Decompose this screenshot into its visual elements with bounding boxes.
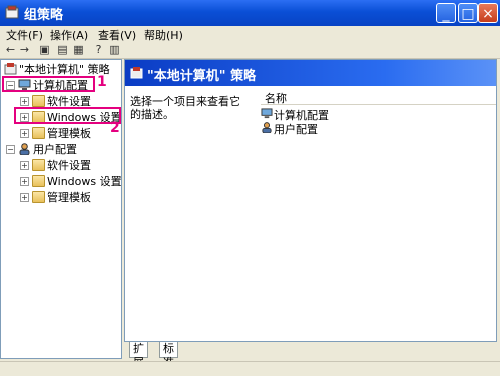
menu-help[interactable]: 帮助(H) [144,27,183,43]
expand-icon[interactable]: + [20,177,29,186]
expand-icon[interactable]: + [20,97,29,106]
tree-pane[interactable]: "本地计算机" 策略 − 计算机配置 + 软件设置 + Windows 设置 +… [0,59,122,359]
folder-icon [32,191,45,203]
forward-icon[interactable]: → [18,43,31,56]
properties-icon[interactable]: ▤ [56,43,69,56]
column-header-label: 名称 [265,92,287,105]
annotation-number-1: 1 [97,74,107,90]
computer-icon [261,108,273,119]
detail-description: 选择一个项目来查看它的描述。 [130,95,240,121]
maximize-button[interactable]: □ [458,3,478,23]
folder-icon [32,95,45,107]
group-policy-window: 组策略 _ □ × 文件(F) 操作(A) 查看(V) 帮助(H) ← → ▣ … [0,0,500,376]
detail-banner-title: "本地计算机" 策略 [147,69,257,84]
menu-action[interactable]: 操作(A) [50,27,88,43]
policy-icon [130,67,143,79]
collapse-icon[interactable]: − [6,145,15,154]
menu-bar: 文件(F) 操作(A) 查看(V) 帮助(H) [0,26,500,42]
policy-icon [4,63,17,75]
user-icon [19,143,30,155]
window-title: 组策略 [24,8,64,23]
tree-item-label: 管理模板 [47,127,91,140]
group-policy-app-icon [5,5,19,19]
export-icon[interactable]: ▦ [72,43,85,56]
folder-icon [32,159,45,171]
detail-pane: "本地计算机" 策略 选择一个项目来查看它的描述。 名称 计算机配置 用户配置 [124,59,497,342]
up-icon[interactable]: ▣ [38,43,51,56]
detail-banner: "本地计算机" 策略 [125,60,496,86]
list-item-label: 用户配置 [274,123,318,136]
minimize-button[interactable]: _ [436,3,456,23]
tab-standard[interactable]: 标准 [159,342,178,369]
back-icon[interactable]: ← [4,43,17,56]
tree-item-label: Windows 设置 [47,175,122,188]
folder-icon [32,175,45,187]
tree-item-label: 软件设置 [47,159,91,172]
help-icon[interactable]: ? [92,43,105,56]
tree-item-label: 管理模板 [47,191,91,204]
console-icon[interactable]: ▥ [108,43,121,56]
column-header-name[interactable]: 名称 [261,90,496,105]
menu-file[interactable]: 文件(F) [6,27,43,43]
toolbar: ← → ▣ ▤ ▦ ? ▥ [0,42,500,59]
user-icon [262,122,272,133]
menu-view[interactable]: 查看(V) [98,27,136,43]
highlight-box-windows-settings [14,107,121,124]
expand-icon[interactable]: + [20,193,29,202]
highlight-box-computer-config [2,76,95,92]
tab-extended[interactable]: 扩展 [129,342,148,369]
status-bar [0,361,500,376]
expand-icon[interactable]: + [20,129,29,138]
expand-icon[interactable]: + [20,161,29,170]
folder-icon [32,127,45,139]
close-button[interactable]: × [478,3,498,23]
annotation-number-2: 2 [110,120,120,136]
tree-item-label: 用户配置 [33,143,77,156]
title-bar[interactable]: 组策略 _ □ × [0,0,500,26]
